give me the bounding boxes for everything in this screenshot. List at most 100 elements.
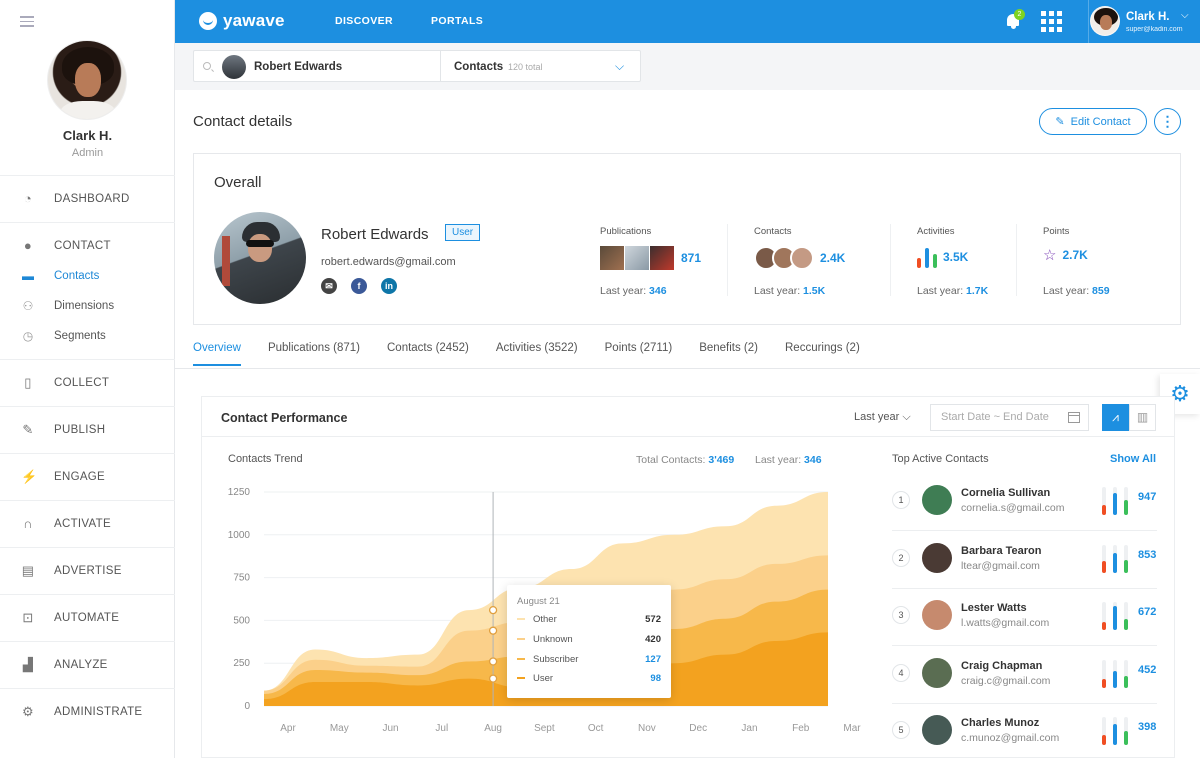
- nav-portals[interactable]: PORTALS: [431, 15, 483, 27]
- avatar[interactable]: [47, 40, 127, 120]
- sidebar-item-label: COLLECT: [54, 377, 110, 389]
- notification-count-badge: 2: [1014, 9, 1025, 20]
- sidebar-item-engage[interactable]: ⚡ ENGAGE: [0, 453, 175, 500]
- header-user-name[interactable]: Clark H.: [1126, 11, 1169, 23]
- y-tick-label: 750: [233, 573, 250, 584]
- overall-card: Overall Robert Edwards User robert.edwar…: [193, 153, 1181, 325]
- show-all-link[interactable]: Show All: [1110, 453, 1156, 465]
- tab-benefits[interactable]: Benefits (2): [699, 342, 758, 366]
- list-item[interactable]: 2 Barbara Tearon ltear@gmail.com 853: [892, 531, 1157, 589]
- activity-bars: [1102, 544, 1128, 573]
- email-icon[interactable]: ✉: [321, 278, 337, 294]
- sidebar-item-segments[interactable]: ◷ Segments: [0, 321, 175, 351]
- avatar: [922, 657, 952, 688]
- list-item[interactable]: 5 Charles Munoz c.munoz@gmail.com 398: [892, 703, 1157, 758]
- contact-card-icon: ▬: [22, 269, 34, 283]
- bar-slot: [1102, 544, 1106, 573]
- contact-name: Craig Chapman: [961, 659, 1043, 672]
- tooltip-label: Subscriber: [533, 654, 579, 665]
- edit-contact-button[interactable]: ✎ Edit Contact: [1039, 108, 1147, 135]
- sidebar-group-contact: ● CONTACT ▬ Contacts ⚇ Dimensions ◷ Segm…: [0, 222, 175, 359]
- contact-email[interactable]: robert.edwards@gmail.com: [321, 256, 456, 268]
- tooltip-row: Subscriber 127: [517, 654, 661, 665]
- contact-score: 947: [1138, 491, 1157, 503]
- bar-chart-view-button[interactable]: ▥: [1129, 404, 1156, 431]
- stat-value: 871: [681, 251, 702, 265]
- pencil-icon: ✎: [1055, 116, 1065, 128]
- tab-activities[interactable]: Activities (3522): [496, 342, 578, 366]
- rank-badge: 1: [892, 491, 910, 509]
- avatar: [922, 715, 952, 745]
- contact-type-select[interactable]: Contacts: [454, 61, 503, 73]
- sidebar-item-dimensions[interactable]: ⚇ Dimensions: [0, 291, 175, 321]
- person-icon: ●: [23, 238, 33, 253]
- hover-point: [488, 626, 498, 635]
- menu-icon[interactable]: [20, 16, 34, 30]
- tab-publications[interactable]: Publications (871): [268, 342, 360, 366]
- tooltip-value: 420: [645, 634, 661, 645]
- list-item[interactable]: 4 Craig Chapman craig.c@gmail.com 452: [892, 646, 1157, 704]
- stat-activities: Activities 3.5K Last year: 1.7K: [917, 226, 988, 297]
- more-options-button[interactable]: ⋮: [1154, 108, 1181, 135]
- apps-grid-icon[interactable]: [1041, 11, 1062, 32]
- sidebar-item-label: ENGAGE: [54, 471, 106, 483]
- x-tick-label: Jun: [382, 723, 398, 734]
- gear-icon: ⚙: [22, 704, 34, 719]
- avatar: [922, 542, 952, 573]
- edit-contact-label: Edit Contact: [1070, 115, 1131, 128]
- stat-value: 2.4K: [820, 251, 846, 265]
- list-item[interactable]: 1 Cornelia Sullivan cornelia.s@gmail.com 94…: [892, 473, 1157, 531]
- tab-reccurings[interactable]: Reccurings (2): [785, 342, 860, 366]
- tab-contacts[interactable]: Contacts (2452): [387, 342, 469, 366]
- pie-icon: ◷: [22, 329, 34, 343]
- facebook-icon[interactable]: f: [351, 278, 367, 294]
- linkedin-icon[interactable]: in: [381, 278, 397, 294]
- sidebar-item-dashboard[interactable]: ◔ DASHBOARD: [0, 175, 175, 222]
- calendar-icon: [1068, 412, 1080, 423]
- contact-avatars: [754, 246, 814, 270]
- stat-label: Publications: [600, 226, 652, 237]
- brand-logo[interactable]: yawave: [199, 11, 285, 31]
- contact-email: c.munoz@gmail.com: [961, 732, 1060, 744]
- contact-search[interactable]: Robert Edwards Contacts 120 total ⌵: [193, 50, 641, 82]
- header-user-email: super@kadin.com: [1126, 26, 1183, 33]
- notifications-bell-icon[interactable]: 2: [1005, 9, 1025, 30]
- contact-email: l.watts@gmail.com: [961, 617, 1050, 629]
- bar-chart-icon: ▥: [1136, 410, 1149, 424]
- bar-fill: [1102, 621, 1106, 630]
- avatar[interactable]: [1090, 6, 1120, 36]
- detail-tabs: Overview Publications (871) Contacts (24…: [193, 342, 887, 366]
- sidebar-item-administrate[interactable]: ⚙ ADMINISTRATE: [0, 688, 175, 735]
- x-tick-label: May: [330, 723, 349, 734]
- list-item[interactable]: 3 Lester Watts l.watts@gmail.com 672: [892, 588, 1157, 646]
- sidebar-item-contacts[interactable]: ▬ Contacts: [0, 261, 175, 291]
- sidebar-item-label: AUTOMATE: [54, 612, 120, 624]
- chevron-down-icon[interactable]: ⌵: [615, 59, 624, 74]
- tab-points[interactable]: Points (2711): [605, 342, 673, 366]
- chevron-down-icon[interactable]: ⌵: [1181, 10, 1189, 21]
- sidebar-item-analyze[interactable]: ▟ ANALYZE: [0, 641, 175, 688]
- sidebar-item-contact[interactable]: ● CONTACT: [0, 231, 175, 261]
- stat-points: Points ☆ 2.7K Last year: 859: [1043, 226, 1110, 297]
- bar-slot: [1113, 602, 1117, 630]
- stat-last-year: Last year: 859: [1043, 285, 1110, 297]
- sidebar-item-label: Contacts: [54, 270, 100, 282]
- y-tick-label: 250: [233, 658, 250, 669]
- nav-discover[interactable]: DISCOVER: [335, 15, 393, 27]
- date-range-input[interactable]: Start Date ~ End Date: [930, 404, 1089, 431]
- sidebar-item-publish[interactable]: ✎ PUBLISH: [0, 406, 175, 453]
- tab-overview[interactable]: Overview: [193, 342, 241, 366]
- divider: [440, 51, 441, 81]
- sidebar-item-activate[interactable]: ∩ ACTIVATE: [0, 500, 175, 547]
- user-role: Admin: [71, 147, 104, 159]
- sidebar-item-automate[interactable]: ⊡ AUTOMATE: [0, 594, 175, 641]
- bar-slot: [1113, 487, 1117, 515]
- sidebar-item-advertise[interactable]: ▤ ADVERTISE: [0, 547, 175, 594]
- bar-fill: [1113, 724, 1117, 745]
- contact-photo: [214, 212, 306, 304]
- period-select[interactable]: Last year ⌵: [854, 411, 911, 424]
- bar-fill: [1124, 731, 1128, 745]
- hover-point: [488, 657, 498, 666]
- sidebar-item-collect[interactable]: ▯ COLLECT: [0, 359, 175, 406]
- line-chart-view-button[interactable]: ⩘: [1102, 404, 1129, 431]
